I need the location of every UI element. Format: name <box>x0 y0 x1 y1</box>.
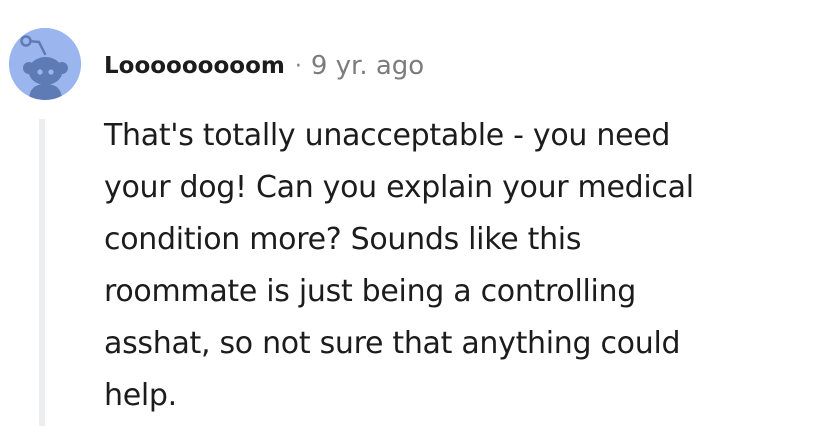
comment-timestamp[interactable]: 9 yr. ago <box>311 51 424 81</box>
comment-body-line: asshat, so not sure that anything could <box>104 326 681 361</box>
comment-body: That's totally unacceptable - you need y… <box>104 110 794 422</box>
avatar[interactable] <box>9 28 81 100</box>
snoo-avatar-icon <box>9 28 81 100</box>
comment-body-line: help. <box>104 378 177 413</box>
author-username[interactable]: Looooooooom <box>104 53 285 79</box>
comment-body-line: That's totally unacceptable - you need <box>104 118 671 153</box>
comment-body-line: your dog! Can you explain your medical <box>104 170 694 205</box>
thread-collapse-line[interactable] <box>39 119 45 426</box>
comment: Looooooooom · 9 yr. ago That's totally u… <box>0 0 813 426</box>
comment-body-line: condition more? Sounds like this <box>104 222 582 257</box>
comment-meta: Looooooooom · 9 yr. ago <box>104 46 424 86</box>
meta-separator: · <box>294 53 302 79</box>
comment-body-line: roommate is just being a controlling <box>104 274 637 309</box>
